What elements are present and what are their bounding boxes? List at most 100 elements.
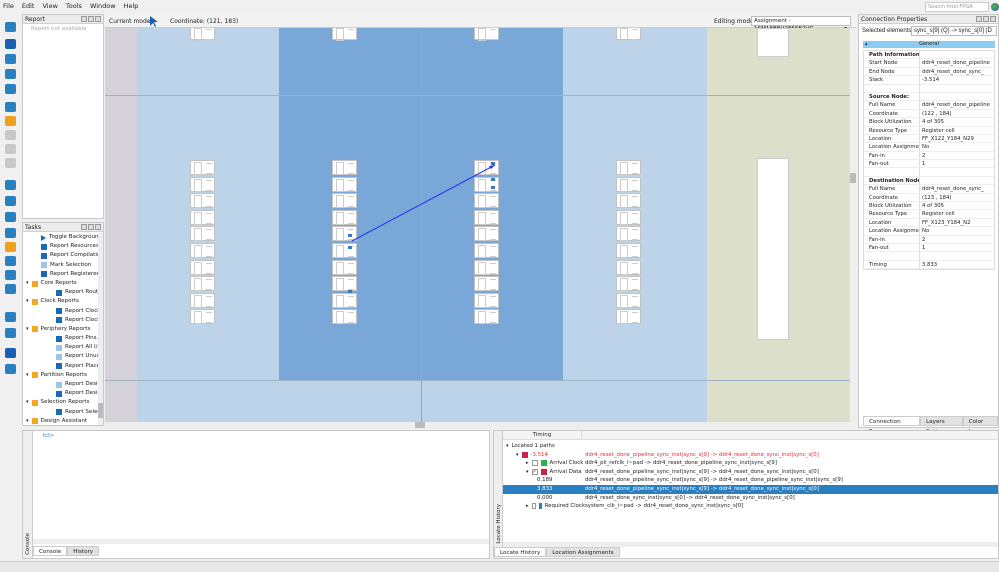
general-section-header[interactable]: ▴ General [863,41,995,48]
layout-icon[interactable] [5,284,16,294]
locate-row[interactable]: ▸ Arrival Clock ddr4_pll_refclk_i~pad -> d… [503,459,998,468]
zoom-in-icon[interactable] [5,54,16,64]
close-icon[interactable] [990,16,996,22]
locate-row[interactable]: ▸ Required Clock system_clk_i~pad -> ddr4_… [503,502,998,511]
menu-edit[interactable]: Edit [22,2,35,10]
expand-arrow-icon[interactable]: ▸ [526,502,529,511]
property-value[interactable]: No [920,227,994,234]
task-item[interactable]: Report Placed I [23,362,103,371]
floorplan-hscrollbar[interactable] [105,422,850,428]
pencil-icon[interactable] [5,242,16,252]
expand-arrow-icon[interactable]: ▾ [26,417,29,425]
task-item[interactable]: Report Clock D [23,316,103,325]
float-icon[interactable] [81,224,87,230]
property-value[interactable]: FF_X123_Y184_N2 [920,219,994,226]
property-value[interactable]: 4 of 305 [920,118,994,125]
copy2-icon[interactable] [5,144,16,154]
menu-view[interactable]: View [42,2,57,10]
expand-arrow-icon[interactable]: ▾ [526,468,529,477]
locate-tab[interactable]: Location Assignments [546,547,620,557]
tasks-scrollbar[interactable] [98,233,103,425]
console-icon[interactable] [5,328,16,338]
menu-help[interactable]: Help [124,2,139,10]
console-hscrollbar[interactable] [33,539,489,544]
restore-icon[interactable] [88,16,94,22]
properties-tab[interactable]: Layers Sett... [920,416,963,435]
info-icon[interactable] [5,312,16,322]
property-value[interactable]: 2 [920,236,994,243]
app-icon[interactable] [5,22,16,32]
console-tab[interactable]: History [67,546,100,556]
task-item[interactable]: Mark Selection [23,261,103,270]
property-value[interactable]: No [920,143,994,150]
console-tab[interactable]: Console [33,546,68,556]
property-value[interactable]: (123 , 184) [920,194,994,201]
stack-icon[interactable] [5,158,16,168]
highlight-icon[interactable] [5,116,16,126]
property-value[interactable] [920,252,994,259]
cursor-icon[interactable] [150,16,158,27]
binoculars-icon[interactable] [5,348,16,358]
history-icon[interactable] [5,102,16,112]
select-icon[interactable] [5,39,16,49]
connection-icon[interactable] [5,212,16,222]
fanout-icon[interactable] [5,196,16,206]
property-value[interactable]: ddr4_reset_done_sync_ [920,185,994,192]
task-item[interactable]: Report Registered [23,270,103,279]
expand-arrow-icon[interactable]: ▾ [26,297,29,306]
expand-arrow-icon[interactable]: ▾ [506,442,509,451]
locate-row[interactable]: 3.833 ddr4_reset_done_pipeline_sync_inst|… [503,484,998,494]
property-value[interactable]: FF_X122_Y184_N29 [920,135,994,142]
property-value[interactable] [920,168,994,175]
property-value[interactable]: ddr4_reset_done_pipeline [920,59,994,66]
close-icon[interactable] [95,16,101,22]
locate-tab[interactable]: Locate History [494,547,547,557]
hand-icon[interactable] [5,84,16,94]
task-item[interactable]: Report All I/O B [23,343,103,352]
copy-icon[interactable] [5,130,16,140]
property-value[interactable] [920,51,994,58]
expand-arrow-icon[interactable]: ▾ [516,451,519,460]
chip-floorplan[interactable] [105,28,850,422]
expand-arrow-icon[interactable]: ▾ [26,371,29,380]
menu-window[interactable]: Window [90,2,116,10]
editing-mode-dropdown[interactable]: Assignment - 1SM16BEU2F55E2VG▾ [751,16,851,32]
property-value[interactable]: 1 [920,160,994,167]
search-input[interactable]: Search Intel FPGA [925,2,989,12]
property-value[interactable] [920,93,994,100]
task-item[interactable]: Toggle Background [23,233,103,242]
property-value[interactable]: 2 [920,152,994,159]
locate-row[interactable]: 0.000 ddr4_reset_done_sync_inst|sync_s[0]… [503,494,998,503]
property-value[interactable]: ddr4_reset_done_pipeline [920,101,994,108]
locate-row[interactable]: 0.189 ddr4_reset_done_pipeline_sync_inst|… [503,476,998,485]
task-item[interactable]: ▾ Selection Reports [23,398,103,407]
globe-icon[interactable] [991,3,999,11]
task-item[interactable]: Report Resources [23,242,103,251]
property-value[interactable]: 4 of 305 [920,202,994,209]
selected-elements-dropdown[interactable]: sync_s[9] (Q) -> sync_s[0] (D [911,26,997,36]
row-checkbox[interactable] [531,460,538,467]
row-checkbox[interactable] [531,503,536,510]
task-item[interactable]: ▾ Design Assistant [23,417,103,425]
task-item[interactable]: ▾ Clock Reports [23,297,103,306]
task-item[interactable]: Report Compilation [23,251,103,260]
expand-arrow-icon[interactable]: ▾ [26,325,29,334]
property-value[interactable]: Register cell [920,210,994,217]
paths-icon[interactable] [5,256,16,266]
route-icon[interactable] [5,228,16,238]
locate-row[interactable]: ▾ -3.514 ddr4_reset_done_pipeline_sync_ins… [503,451,998,460]
menu-tools[interactable]: Tools [66,2,82,10]
property-value[interactable]: ddr4_reset_done_sync_ [920,68,994,75]
flask-icon[interactable] [5,364,16,374]
locate-row[interactable]: ▾ Located 1 paths [503,442,998,451]
timing-column-header[interactable]: Timing [503,431,582,440]
task-item[interactable]: Report Design [23,380,103,389]
zoom-out-icon[interactable] [5,69,16,79]
properties-tab[interactable]: Color Le... [962,416,998,435]
task-item[interactable]: Report Selectio [23,408,103,417]
task-item[interactable]: ▾ Periphery Reports [23,325,103,334]
timing-path-line[interactable] [351,164,496,242]
property-value[interactable]: 1 [920,244,994,251]
fanin-icon[interactable] [5,180,16,190]
restore-icon[interactable] [983,16,989,22]
